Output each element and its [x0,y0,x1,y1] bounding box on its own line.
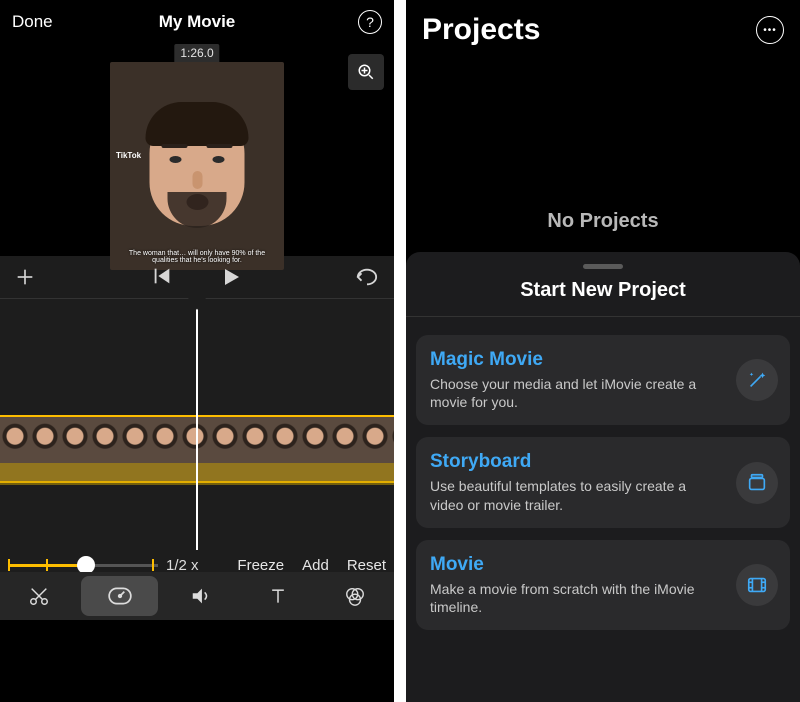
projects-header: Projects ••• [406,0,800,60]
option-desc: Use beautiful templates to easily create… [430,477,776,513]
reset-speed-button[interactable]: Reset [347,557,386,574]
option-title: Magic Movie [430,349,776,371]
cut-tool[interactable] [0,572,77,620]
speed-tool[interactable] [81,576,158,616]
audio-tool[interactable] [162,572,239,620]
projects-title: Projects [422,13,540,47]
option-title: Storyboard [430,451,776,473]
freeze-button[interactable]: Freeze [237,557,284,574]
option-storyboard[interactable]: Storyboard Use beautiful templates to ea… [416,437,790,527]
tiktok-watermark: TikTok [116,152,141,161]
done-button[interactable]: Done [12,12,53,32]
option-desc: Make a movie from scratch with the iMovi… [430,580,776,616]
play-button[interactable] [219,265,243,289]
filters-tool[interactable] [317,572,394,620]
zoom-in-button[interactable] [348,54,384,90]
tool-bar [0,572,394,620]
storyboard-icon [736,462,778,504]
subtitle: The woman that… will only have 90% of th… [118,250,276,264]
film-icon [736,564,778,606]
sheet-grabber[interactable] [583,264,623,269]
more-button[interactable]: ••• [756,16,784,44]
titles-tool[interactable] [240,572,317,620]
add-freeze-button[interactable]: Add [302,557,329,574]
video-preview[interactable]: 1:26.0 TikTok The woman that… will only … [0,44,394,256]
no-projects-label: No Projects [406,210,800,233]
option-title: Movie [430,554,776,576]
projects-screen: Projects ••• No Projects Start New Proje… [406,0,800,702]
playhead[interactable] [196,303,198,550]
time-badge: 1:26.0 [174,44,219,62]
sheet-title: Start New Project [416,279,790,302]
help-button[interactable]: ? [358,10,382,34]
preview-frame: TikTok The woman that… will only have 90… [110,62,284,270]
new-project-sheet: Start New Project Magic Movie Choose you… [406,252,800,702]
skip-back-button[interactable] [151,265,173,289]
playhead-indicator-icon [188,298,206,310]
editor-screen: Done My Movie ? 1:26.0 TikTok The woman … [0,0,394,702]
divider [406,316,800,317]
timeline[interactable]: 1/2 x Freeze Add Reset [0,298,394,620]
project-title: My Movie [0,12,394,32]
option-movie[interactable]: Movie Make a movie from scratch with the… [416,540,790,630]
magic-wand-icon [736,359,778,401]
option-desc: Choose your media and let iMovie create … [430,375,776,411]
speed-label: 1/2 x [166,557,199,574]
editor-header: Done My Movie ? [0,0,394,44]
option-magic-movie[interactable]: Magic Movie Choose your media and let iM… [416,335,790,425]
